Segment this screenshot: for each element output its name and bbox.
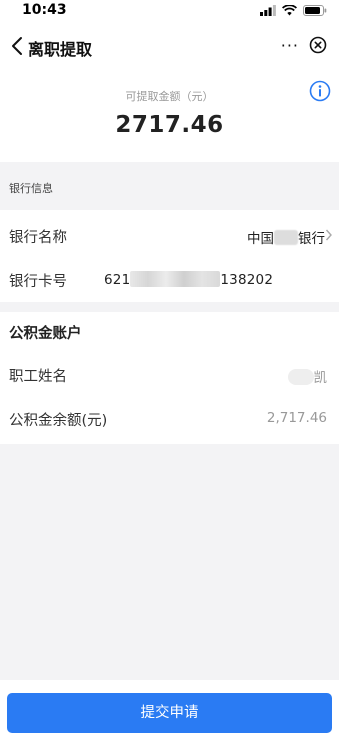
fund-balance-value: 2,717.46 xyxy=(266,410,327,426)
bank-name-row[interactable]: 银行名称 中国 银行 xyxy=(0,213,339,257)
close-icon[interactable] xyxy=(309,36,327,54)
bank-section-title: 银行信息 xyxy=(9,182,53,195)
info-icon[interactable] xyxy=(309,80,331,102)
card-number-row: 银行卡号 621 138202 xyxy=(0,257,339,301)
fund-account-block: 公积金账户 职工姓名 凯 公积金余额(元) 2,717.46 xyxy=(0,312,339,444)
page-title: 离职提取 xyxy=(28,40,93,59)
status-icons xyxy=(260,5,327,16)
card-number-prefix: 621 xyxy=(104,272,131,288)
more-button[interactable]: ··· xyxy=(281,36,299,55)
fund-balance-row: 公积金余额(元) 2,717.46 xyxy=(0,396,339,440)
nav-bar: 离职提取 ··· xyxy=(0,22,339,70)
bank-name-label: 银行名称 xyxy=(9,230,67,246)
status-time: 10:43 xyxy=(22,2,67,18)
chevron-right-icon xyxy=(325,229,332,241)
amount-card: 可提取金额（元） 2717.46 xyxy=(0,70,339,162)
bank-name-suffix: 银行 xyxy=(298,231,325,247)
card-number-suffix: 138202 xyxy=(220,272,274,288)
employee-name-text: 凯 xyxy=(313,370,328,386)
amount-label: 可提取金额（元） xyxy=(125,90,214,103)
wifi-icon xyxy=(282,5,297,16)
card-number-label: 银行卡号 xyxy=(9,274,67,290)
battery-icon xyxy=(303,5,327,16)
bank-name-value: 中国 银行 xyxy=(247,227,325,247)
submit-button[interactable]: 提交申请 xyxy=(7,693,332,733)
redacted-mask xyxy=(130,271,221,287)
amount-value: 2717.46 xyxy=(115,112,224,138)
status-bar: 10:43 xyxy=(0,0,339,22)
signal-icon xyxy=(260,5,276,16)
bank-name-prefix: 中国 xyxy=(247,231,274,247)
card-number-value: 621 138202 xyxy=(104,271,273,288)
fund-balance-label: 公积金余额(元) xyxy=(9,413,108,429)
fund-section-title: 公积金账户 xyxy=(9,326,82,342)
redacted-mask xyxy=(274,230,298,245)
redacted-mask xyxy=(287,369,314,385)
bank-info-block: 银行名称 中国 银行 银行卡号 621 138202 xyxy=(0,210,339,302)
employee-name-value: 凯 xyxy=(287,366,328,386)
employee-name-label: 职工姓名 xyxy=(9,369,67,385)
employee-name-row: 职工姓名 凯 xyxy=(0,352,339,396)
back-icon[interactable] xyxy=(8,34,28,58)
